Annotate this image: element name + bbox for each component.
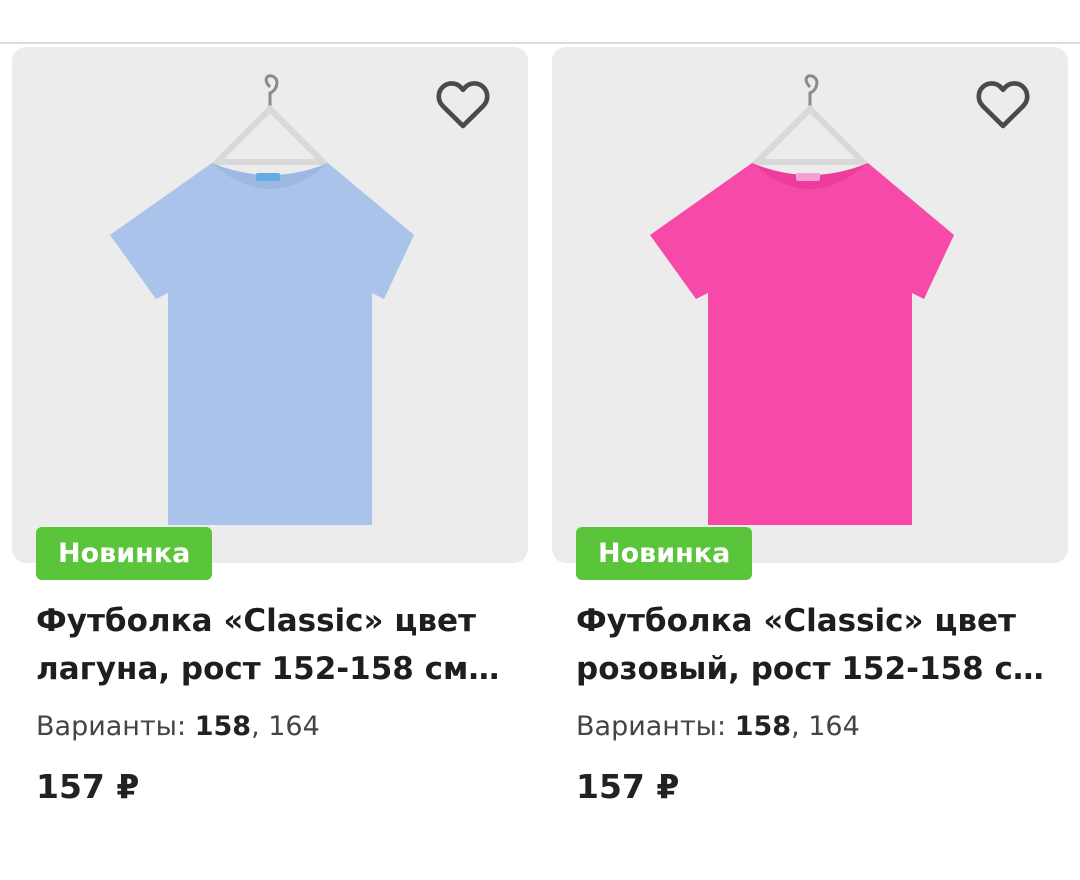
variants-label: Варианты: [576, 711, 727, 742]
variants-label: Варианты: [36, 711, 187, 742]
product-image[interactable] [552, 47, 1068, 563]
variants-line: Варианты: 158, 164 [36, 711, 320, 742]
heart-outline-icon [976, 81, 1030, 129]
variant-selected[interactable]: 158 [195, 711, 251, 742]
product-card[interactable]: Новинка Футболка «Classic» цвет розовый,… [552, 47, 1068, 847]
product-grid: Новинка Футболка «Classic» цвет лагуна, … [12, 47, 1068, 847]
product-title[interactable]: Футболка «Classic» цвет лагуна, рост 152… [36, 597, 516, 693]
favorite-button[interactable] [432, 73, 494, 135]
product-price: 157 ₽ [36, 767, 140, 806]
product-title[interactable]: Футболка «Classic» цвет розовый, рост 15… [576, 597, 1056, 693]
variant-selected[interactable]: 158 [735, 711, 791, 742]
new-badge: Новинка [576, 527, 753, 580]
variant-separator: , [251, 711, 260, 742]
favorite-button[interactable] [972, 73, 1034, 135]
variant-option[interactable]: 164 [260, 711, 320, 742]
top-divider [0, 42, 1080, 44]
product-price: 157 ₽ [576, 767, 680, 806]
heart-outline-icon [436, 81, 490, 129]
product-card[interactable]: Новинка Футболка «Classic» цвет лагуна, … [12, 47, 528, 847]
variant-option[interactable]: 164 [800, 711, 860, 742]
product-image[interactable] [12, 47, 528, 563]
variants-line: Варианты: 158, 164 [576, 711, 860, 742]
new-badge: Новинка [36, 527, 213, 580]
variant-separator: , [791, 711, 800, 742]
